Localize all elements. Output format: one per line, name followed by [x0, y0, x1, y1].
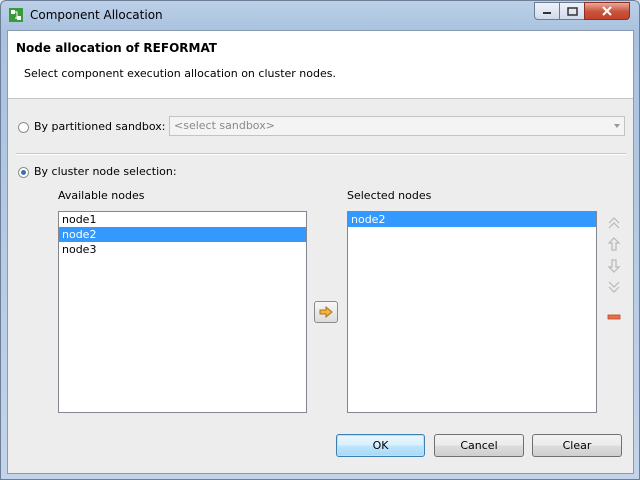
page-title: Node allocation of REFORMAT	[16, 41, 217, 55]
list-item[interactable]: node3	[59, 242, 306, 257]
ok-button[interactable]: OK	[336, 434, 425, 457]
available-nodes-label: Available nodes	[58, 189, 145, 202]
add-node-button[interactable]	[314, 301, 338, 323]
chevron-down-icon	[614, 124, 620, 128]
move-top-icon[interactable]	[607, 215, 621, 231]
cluster-node-radio[interactable]	[18, 167, 29, 178]
separator	[16, 153, 626, 155]
remove-icon[interactable]	[607, 309, 621, 325]
clear-button[interactable]: Clear	[532, 434, 622, 457]
arrow-right-icon	[319, 306, 333, 318]
move-down-icon[interactable]	[607, 258, 621, 274]
dialog-client-area: Node allocation of REFORMAT Select compo…	[7, 30, 634, 474]
cancel-button[interactable]: Cancel	[434, 434, 524, 457]
window-title: Component Allocation	[30, 8, 163, 22]
dialog-window: Component Allocation Node allocation of …	[0, 0, 640, 480]
app-icon	[9, 8, 23, 22]
cluster-node-label: By cluster node selection:	[34, 165, 177, 178]
move-bottom-icon[interactable]	[607, 279, 621, 295]
minimize-button[interactable]	[534, 2, 560, 20]
list-item[interactable]: node2	[59, 227, 306, 242]
sandbox-select-value: <select sandbox>	[174, 119, 275, 132]
close-button[interactable]	[584, 2, 630, 20]
maximize-button[interactable]	[559, 2, 585, 20]
move-up-icon[interactable]	[607, 236, 621, 252]
selected-nodes-label: Selected nodes	[347, 189, 432, 202]
sandbox-select[interactable]: <select sandbox>	[169, 116, 625, 136]
page-description: Select component execution allocation on…	[24, 67, 336, 80]
list-item[interactable]: node2	[348, 212, 596, 227]
list-item[interactable]: node1	[59, 212, 306, 227]
partitioned-sandbox-radio[interactable]	[18, 122, 29, 133]
close-icon	[602, 6, 612, 16]
partitioned-sandbox-label: By partitioned sandbox:	[34, 120, 166, 133]
title-bar[interactable]: Component Allocation	[1, 1, 639, 29]
dialog-header: Node allocation of REFORMAT Select compo…	[8, 31, 633, 99]
available-nodes-list[interactable]: node1 node2 node3	[58, 211, 307, 413]
selected-nodes-list[interactable]: node2	[347, 211, 597, 413]
